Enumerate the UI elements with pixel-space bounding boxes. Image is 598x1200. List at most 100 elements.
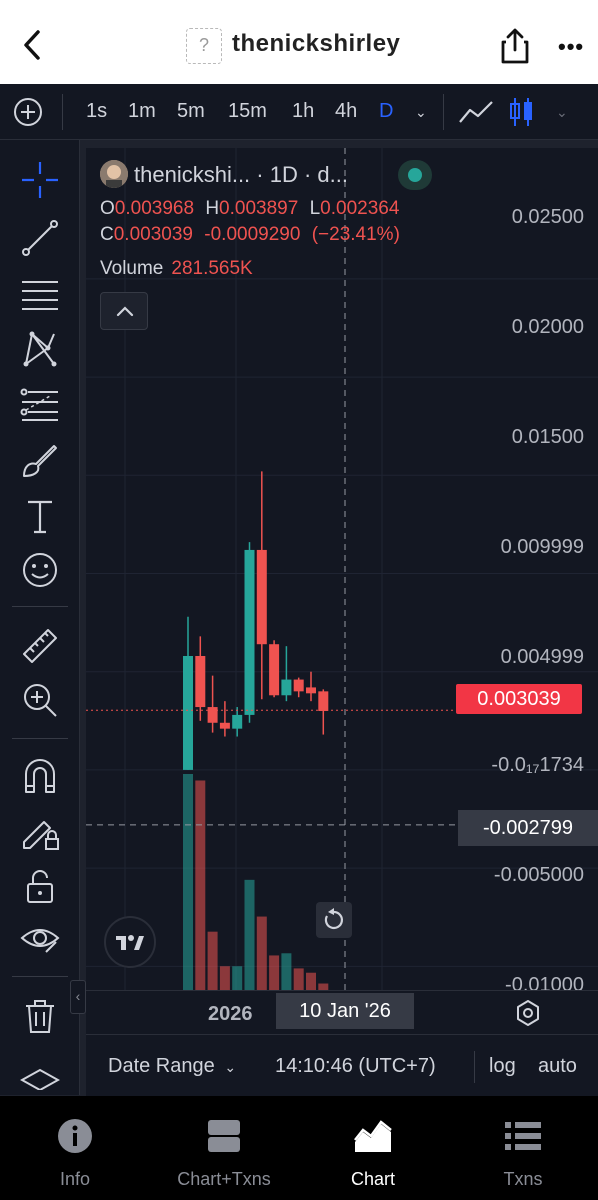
volume-legend: Volume 281.565K: [100, 258, 253, 280]
price-tick: -0.005000: [493, 864, 584, 886]
candle: [293, 679, 304, 692]
candlestick-chart-icon[interactable]: [508, 96, 536, 128]
candle: [207, 707, 218, 723]
more-options-icon[interactable]: •••: [558, 34, 584, 60]
timeframe-4h[interactable]: 4h: [335, 100, 357, 123]
bottom-navigation: Info Chart+Txns Chart Txns: [0, 1096, 598, 1200]
volume-bar: [293, 968, 304, 990]
app-header: ? thenickshirley •••: [0, 0, 598, 84]
settings-icon[interactable]: [514, 999, 542, 1027]
date-range-dropdown[interactable]: Date Range ⌄: [108, 1055, 236, 1078]
horizontal-lines-icon[interactable]: [20, 274, 60, 314]
clock-timezone[interactable]: 14:10:46 (UTC+7): [275, 1055, 436, 1078]
candle: [232, 714, 243, 729]
time-axis[interactable]: 2026 10 Jan '26: [86, 990, 598, 1034]
candle: [219, 722, 230, 729]
toolbar-divider: [443, 94, 444, 130]
nav-label: Chart+Txns: [177, 1169, 271, 1189]
timeframe-15m[interactable]: 15m: [228, 100, 267, 123]
timeframe-5m[interactable]: 5m: [177, 100, 205, 123]
volume-bar: [281, 953, 292, 990]
chart-footer: Date Range ⌄ 14:10:46 (UTC+7) log auto: [86, 1034, 598, 1096]
trend-line-icon[interactable]: [20, 218, 60, 258]
brush-icon[interactable]: [20, 440, 60, 480]
magnet-icon[interactable]: [20, 756, 60, 796]
timeframe-1m[interactable]: 1m: [128, 100, 156, 123]
volume-bar: [232, 966, 243, 990]
volume-bar: [183, 774, 193, 990]
timeframe-d[interactable]: D: [379, 100, 393, 123]
text-tool-icon[interactable]: [20, 496, 60, 536]
add-indicator-icon[interactable]: [13, 97, 43, 127]
fib-retracement-icon[interactable]: [20, 384, 60, 424]
chevron-down-icon[interactable]: ⌄: [415, 104, 427, 121]
toolbar-divider: [12, 606, 68, 607]
chevron-up-icon: [116, 306, 134, 317]
line-chart-icon[interactable]: [458, 98, 494, 126]
info-icon: [58, 1119, 92, 1153]
volume-bar: [269, 955, 280, 990]
reset-chart-button[interactable]: [316, 902, 352, 938]
crosshair-date-label: 10 Jan '26: [276, 993, 414, 1029]
avatar-image: [100, 160, 128, 188]
candle: [281, 679, 292, 696]
nav-label: Chart: [350, 1169, 395, 1189]
tradingview-logo[interactable]: [104, 916, 156, 968]
nav-chart-txns[interactable]: Chart+Txns: [149, 1118, 299, 1190]
chevron-down-icon: ⌄: [224, 1059, 237, 1075]
candle: [195, 655, 206, 708]
trash-icon[interactable]: [20, 996, 60, 1036]
nav-label: Info: [59, 1169, 91, 1189]
volume-bar: [306, 972, 316, 990]
emoji-icon[interactable]: [20, 550, 60, 590]
lock-drawing-icon[interactable]: [20, 812, 60, 852]
page-title: thenickshirley: [232, 30, 401, 57]
volume-bar: [207, 931, 218, 990]
layers-icon[interactable]: [20, 1066, 60, 1090]
log-scale-toggle[interactable]: log: [489, 1055, 516, 1078]
market-status-icon[interactable]: [398, 160, 432, 190]
visibility-icon[interactable]: [20, 918, 60, 958]
price-chart[interactable]: thenickshi... · 1D · d... O0.003968 H0.0…: [86, 148, 598, 996]
low-value: 0.002364: [320, 198, 400, 219]
ohlc-row-2: C0.003039 -0.0009290 (−23.41%): [100, 224, 400, 246]
back-arrow-icon[interactable]: [18, 26, 48, 64]
close-value: 0.003039: [113, 224, 193, 245]
chevron-down-icon[interactable]: ⌄: [556, 104, 568, 121]
price-tick: -0.0₁₇1734: [491, 754, 584, 776]
symbol-label[interactable]: thenickshi... · 1D · d...: [134, 162, 348, 188]
chart-toolbar: 1s 1m 5m 15m 1h 4h D ⌄ ⌄: [0, 84, 598, 140]
pattern-icon[interactable]: [20, 328, 60, 368]
timeframe-1h[interactable]: 1h: [292, 100, 314, 123]
volume-bar: [256, 916, 267, 990]
crosshair-icon[interactable]: [20, 160, 60, 200]
token-avatar: [100, 160, 128, 188]
nav-txns[interactable]: Txns: [448, 1118, 598, 1190]
toolbar-divider: [62, 94, 63, 130]
close-label: C: [100, 224, 114, 245]
open-label: O: [100, 198, 115, 219]
zoom-in-icon[interactable]: [20, 680, 60, 720]
footer-divider: [474, 1051, 475, 1083]
nav-info[interactable]: Info: [0, 1118, 150, 1190]
open-value: 0.003968: [114, 198, 195, 219]
collapse-legend-button[interactable]: [100, 292, 148, 330]
price-tick: 0.01500: [511, 426, 584, 448]
candle: [183, 655, 193, 770]
share-icon[interactable]: [499, 26, 531, 66]
year-tick: 2026: [208, 1003, 253, 1025]
volume-bar: [219, 966, 230, 990]
change-percent: (−23.41%): [311, 224, 400, 245]
ohlc-row-1: O0.003968 H0.003897 L0.002364: [100, 198, 399, 220]
high-label: H: [205, 198, 220, 219]
nav-chart[interactable]: Chart: [298, 1118, 448, 1190]
timeframe-1s[interactable]: 1s: [86, 100, 107, 123]
candle: [306, 687, 316, 694]
auto-scale-toggle[interactable]: auto: [538, 1055, 577, 1078]
ruler-icon[interactable]: [20, 626, 60, 666]
date-range-label: Date Range: [108, 1055, 215, 1077]
current-price-label: 0.003039: [456, 684, 582, 714]
expand-toolbar-icon[interactable]: ‹: [70, 980, 86, 1014]
change-value: -0.0009290: [204, 224, 301, 245]
unlock-icon[interactable]: [20, 866, 60, 906]
